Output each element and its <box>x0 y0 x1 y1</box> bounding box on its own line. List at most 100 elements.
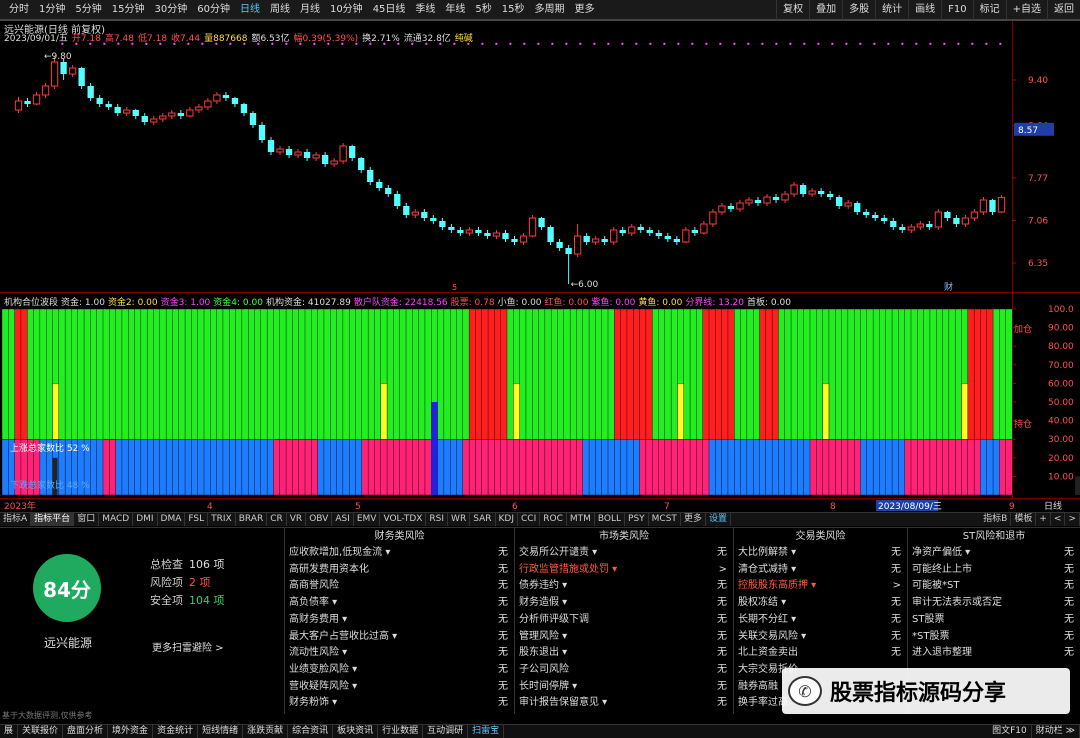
indicator-tab[interactable]: FSL <box>185 513 209 526</box>
risk-row[interactable]: 管理风险 ▾ 无 <box>515 629 733 646</box>
indicator-tab[interactable]: MACD <box>99 513 134 526</box>
risk-row[interactable]: 高商誉风险 无 <box>285 578 514 595</box>
timeframe-tab[interactable]: 周线 <box>265 0 295 20</box>
tab-right-button[interactable]: 模板 <box>1011 513 1037 526</box>
risk-row[interactable]: 子公司风险 无 <box>515 662 733 679</box>
indicator-tab[interactable]: CR <box>267 513 287 526</box>
timeframe-tab[interactable]: 15分钟 <box>107 0 150 20</box>
status-right-button[interactable]: 財动栏 ≫ <box>1032 725 1080 738</box>
tab-right-button[interactable]: + <box>1036 513 1051 526</box>
risk-row[interactable]: 大比例解禁 ▾ 无 <box>734 545 907 562</box>
indicator-tab[interactable]: ASI <box>332 513 354 526</box>
status-tab[interactable]: 资金统计 <box>153 725 199 738</box>
risk-row[interactable]: 长期不分红 ▾ 无 <box>734 612 907 629</box>
risk-row[interactable]: 进入退市整理 无 <box>908 645 1080 662</box>
risk-row[interactable]: 长时间停牌 ▾ 无 <box>515 679 733 696</box>
status-tab[interactable]: 板块资讯 <box>333 725 379 738</box>
risk-row[interactable]: 股权冻结 ▾ 无 <box>734 595 907 612</box>
timeframe-tab[interactable]: 15秒 <box>497 0 530 20</box>
indicator-tab[interactable]: BOLL <box>595 513 626 526</box>
status-tab[interactable]: 综合资讯 <box>288 725 334 738</box>
status-tab[interactable]: 行业数据 <box>378 725 424 738</box>
status-tab[interactable]: 涨跌贡献 <box>243 725 289 738</box>
risk-row[interactable]: 股东退出 ▾ 无 <box>515 645 733 662</box>
toolbar-button[interactable]: 返回 <box>1047 0 1080 20</box>
toolbar-button[interactable]: 复权 <box>776 0 809 20</box>
timeframe-tab[interactable]: 1分钟 <box>34 0 70 20</box>
timeframe-tab[interactable]: 30分钟 <box>149 0 192 20</box>
indicator-tab[interactable]: 更多 <box>681 513 706 526</box>
risk-row[interactable]: 最大客户占营收比过高 ▾ 无 <box>285 629 514 646</box>
risk-row[interactable]: 审计无法表示或否定 无 <box>908 595 1080 612</box>
risk-row[interactable]: 高财务费用 ▾ 无 <box>285 612 514 629</box>
toolbar-button[interactable]: 画线 <box>908 0 941 20</box>
toolbar-button[interactable]: +自选 <box>1005 0 1047 20</box>
indicator-tab[interactable]: CCI <box>518 513 541 526</box>
timeframe-tab[interactable]: 5秒 <box>470 0 496 20</box>
indicator-tab[interactable]: ROC <box>540 513 567 526</box>
risk-row[interactable]: 净资产偏低 ▾ 无 <box>908 545 1080 562</box>
toolbar-button[interactable]: F10 <box>941 0 972 20</box>
indicator-tab[interactable]: RSI <box>426 513 449 526</box>
indicator-tab[interactable]: VR <box>287 513 307 526</box>
risk-row[interactable]: 北上资金卖出 无 <box>734 645 907 662</box>
timeframe-tab[interactable]: 45日线 <box>368 0 411 20</box>
timeframe-tab[interactable]: 5分钟 <box>70 0 106 20</box>
timeframe-tab[interactable]: 季线 <box>410 0 440 20</box>
risk-row[interactable]: 应收款增加,低现金流 ▾ 无 <box>285 545 514 562</box>
indicator-tab[interactable]: BRAR <box>236 513 268 526</box>
timeframe-tab[interactable]: 多周期 <box>530 0 570 20</box>
status-tab[interactable]: 关联报价 <box>18 725 64 738</box>
indicator-tab[interactable]: EMV <box>354 513 381 526</box>
status-tab[interactable]: 扫雷宝 <box>468 725 505 738</box>
indicator-tab[interactable]: WR <box>448 513 471 526</box>
risk-row[interactable]: 清仓式减持 ▾ 无 <box>734 562 907 579</box>
risk-row[interactable]: 高负债率 ▾ 无 <box>285 595 514 612</box>
risk-row[interactable]: 债券违约 ▾ 无 <box>515 578 733 595</box>
indicator-tab[interactable]: MCST <box>649 513 681 526</box>
risk-row[interactable]: 财务造假 ▾ 无 <box>515 595 733 612</box>
toolbar-button[interactable]: 标记 <box>972 0 1006 20</box>
indicator-tab[interactable]: TRIX <box>208 513 236 526</box>
tab-right-button[interactable]: < <box>1051 513 1066 526</box>
risk-row[interactable]: 关联交易风险 ▾ 无 <box>734 629 907 646</box>
risk-row[interactable]: 可能终止上市 无 <box>908 562 1080 579</box>
timeframe-tab[interactable]: 10分钟 <box>325 0 368 20</box>
status-tab[interactable]: 互动调研 <box>423 725 469 738</box>
indicator-tab[interactable]: 指标平台 <box>31 513 75 526</box>
tab-right-button[interactable]: 指标B <box>980 513 1012 526</box>
risk-row[interactable]: 营收疑阵风险 ▾ 无 <box>285 679 514 696</box>
tab-right-button[interactable]: > <box>1065 513 1080 526</box>
toolbar-button[interactable]: 统计 <box>875 0 908 20</box>
timeframe-tab[interactable]: 年线 <box>440 0 470 20</box>
kline-chart[interactable]: 9.408.647.777.066.358.57••••••••••••••••… <box>0 20 1080 518</box>
indicator-tab[interactable]: DMA <box>158 513 186 526</box>
risk-row[interactable]: 高研发费用资本化 无 <box>285 562 514 579</box>
risk-row[interactable]: 流动性风险 ▾ 无 <box>285 645 514 662</box>
indicator-tab[interactable]: 窗口 <box>74 513 100 526</box>
indicator-tab[interactable]: KDJ <box>496 513 518 526</box>
indicator-tab[interactable]: MTM <box>567 513 595 526</box>
risk-row[interactable]: 业绩变脸风险 ▾ 无 <box>285 662 514 679</box>
risk-row[interactable]: 审计报告保留意见 ▾ 无 <box>515 695 733 712</box>
risk-row[interactable]: 行政监管措施或处罚 ▾ > <box>515 562 733 579</box>
status-tab[interactable]: 境外资金 <box>108 725 154 738</box>
toolbar-button[interactable]: 叠加 <box>809 0 842 20</box>
risk-row[interactable]: 分析师评级下调 无 <box>515 612 733 629</box>
risk-row[interactable]: ST股票 无 <box>908 612 1080 629</box>
status-tab[interactable]: 展 <box>0 725 19 738</box>
timeframe-tab[interactable]: 更多 <box>570 0 600 20</box>
status-tab[interactable]: 短线情绪 <box>198 725 244 738</box>
risk-row[interactable]: 控股股东高质押 ▾ > <box>734 578 907 595</box>
risk-row[interactable]: 交易所公开谴责 ▾ 无 <box>515 545 733 562</box>
indicator-tab[interactable]: PSY <box>625 513 649 526</box>
toolbar-button[interactable]: 多股 <box>842 0 875 20</box>
indicator-tab[interactable]: OBV <box>306 513 333 526</box>
risk-row[interactable]: *ST股票 无 <box>908 629 1080 646</box>
risk-row[interactable]: 财务粉饰 ▾ 无 <box>285 695 514 712</box>
indicator-tab[interactable]: 指标A <box>0 513 32 526</box>
timeframe-tab[interactable]: 月线 <box>295 0 325 20</box>
indicator-tab[interactable]: DMI <box>133 513 158 526</box>
timeframe-tab[interactable]: 分时 <box>4 0 34 20</box>
risk-row[interactable]: 可能被*ST 无 <box>908 578 1080 595</box>
